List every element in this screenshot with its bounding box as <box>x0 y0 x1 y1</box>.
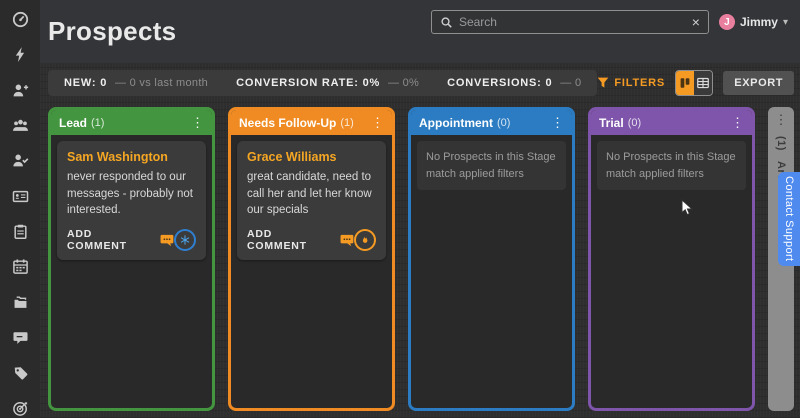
stat-conv-rate-value: 0% <box>363 77 381 89</box>
left-sidebar <box>0 0 40 418</box>
main-content: NEW: 0 — 0 vs last month CONVERSION RATE… <box>40 63 800 418</box>
prospect-name: Grace Williams <box>247 150 376 164</box>
page-title: Prospects <box>48 16 176 47</box>
stat-new-sub: — 0 vs last month <box>115 77 208 89</box>
stage-menu-icon[interactable]: ⋮ <box>551 116 564 129</box>
stat-conv-rate-label: CONVERSION RATE: <box>236 77 359 89</box>
people-group-icon[interactable] <box>10 116 30 135</box>
stage-body: Sam Washington never responded to our me… <box>51 135 212 408</box>
stat-conv-rate-sub: — 0% <box>388 77 419 89</box>
stage-header: Lead (1) ⋮ <box>51 110 212 135</box>
stage-column-trial: Trial (0) ⋮ No Prospects in this Stage m… <box>588 107 755 411</box>
card-footer: ADD COMMENT <box>247 228 376 252</box>
filters-button[interactable]: FILTERS <box>597 77 665 89</box>
calendar-icon[interactable] <box>10 257 30 276</box>
stat-conversion-rate: CONVERSION RATE: 0% — 0% <box>236 77 419 89</box>
kanban-board: Lead (1) ⋮ Sam Washington never responde… <box>40 103 800 411</box>
add-person-icon[interactable] <box>10 81 30 100</box>
stage-title: Appointment <box>419 116 493 130</box>
stat-new-label: NEW: <box>64 77 96 89</box>
card-footer: ADD COMMENT <box>67 228 196 252</box>
board-toolbar: FILTERS EXPORT ADD STAGE + <box>597 65 800 101</box>
stage-menu-icon[interactable]: ⋮ <box>731 116 744 129</box>
prospect-card[interactable]: Grace Williams great candidate, need to … <box>237 141 386 260</box>
stage-column-lead: Lead (1) ⋮ Sam Washington never responde… <box>48 107 215 411</box>
top-header: Prospects × J Jimmy ▾ <box>40 0 800 63</box>
person-check-icon[interactable] <box>10 151 30 170</box>
add-comment-label: ADD COMMENT <box>67 228 155 252</box>
stage-column-appointment: Appointment (0) ⋮ No Prospects in this S… <box>408 107 575 411</box>
stage-header: Trial (0) ⋮ <box>591 110 752 135</box>
tag-icon[interactable] <box>10 363 30 382</box>
kanban-view-button[interactable] <box>676 71 694 95</box>
user-name: Jimmy <box>740 15 778 29</box>
comment-bubble-icon <box>340 234 354 247</box>
contact-support-label: Contact Support <box>783 176 795 262</box>
stage-title: Needs Follow-Up <box>239 116 336 130</box>
stats-bar: NEW: 0 — 0 vs last month CONVERSION RATE… <box>48 70 597 96</box>
prospect-card[interactable]: Sam Washington never responded to our me… <box>57 141 206 260</box>
stat-new: NEW: 0 — 0 vs last month <box>64 77 208 89</box>
prospect-name: Sam Washington <box>67 150 196 164</box>
stage-header: Needs Follow-Up (1) ⋮ <box>231 110 392 135</box>
contact-support-tab[interactable]: Contact Support <box>778 172 800 266</box>
search-box[interactable]: × <box>431 10 709 34</box>
stat-new-value: 0 <box>100 77 107 89</box>
add-comment-button[interactable]: ADD COMMENT <box>247 228 354 252</box>
folders-icon[interactable] <box>10 293 30 312</box>
table-view-button[interactable] <box>694 71 712 95</box>
archived-count: (1) <box>775 136 787 151</box>
user-menu[interactable]: J Jimmy ▾ <box>719 14 788 30</box>
stage-body: No Prospects in this Stage match applied… <box>411 135 572 408</box>
id-card-icon[interactable] <box>10 187 30 206</box>
stage-menu-icon[interactable]: ⋮ <box>775 113 788 126</box>
stage-count: (0) <box>497 117 510 129</box>
stat-conversions-sub: — 0 <box>560 77 581 89</box>
export-button[interactable]: EXPORT <box>723 71 794 95</box>
comment-bubble-icon <box>160 234 174 247</box>
chat-icon[interactable] <box>10 328 30 347</box>
stage-title: Trial <box>599 116 624 130</box>
stage-count: (1) <box>340 117 353 129</box>
stage-column-needs-follow-up: Needs Follow-Up (1) ⋮ Grace Williams gre… <box>228 107 395 411</box>
lightning-icon[interactable] <box>10 45 30 64</box>
stage-body: No Prospects in this Stage match applied… <box>591 135 752 408</box>
stage-count: (1) <box>91 117 104 129</box>
dashboard-gauge-icon[interactable] <box>10 10 30 29</box>
stage-title: Lead <box>59 116 87 130</box>
warm-flame-icon[interactable] <box>354 229 376 251</box>
search-icon <box>440 16 453 29</box>
stage-menu-icon[interactable]: ⋮ <box>191 116 204 129</box>
filters-label: FILTERS <box>614 77 665 89</box>
view-toggle <box>675 70 713 96</box>
stats-toolbar-row: NEW: 0 — 0 vs last month CONVERSION RATE… <box>40 63 800 103</box>
avatar: J <box>719 14 735 30</box>
stage-body: Grace Williams great candidate, need to … <box>231 135 392 408</box>
empty-stage-message: No Prospects in this Stage match applied… <box>597 141 746 190</box>
stage-count: (0) <box>628 117 641 129</box>
add-comment-button[interactable]: ADD COMMENT <box>67 228 174 252</box>
stat-conversions: CONVERSIONS: 0 — 0 <box>447 77 581 89</box>
stage-header: Appointment (0) ⋮ <box>411 110 572 135</box>
search-clear-icon[interactable]: × <box>692 15 700 29</box>
stat-conversions-value: 0 <box>546 77 553 89</box>
prospect-note: never responded to our messages - probab… <box>67 169 196 219</box>
chevron-down-icon: ▾ <box>783 17 788 28</box>
stat-conversions-label: CONVERSIONS: <box>447 77 542 89</box>
stage-menu-icon[interactable]: ⋮ <box>371 116 384 129</box>
target-icon[interactable] <box>10 399 30 418</box>
prospect-note: great candidate, need to call her and le… <box>247 169 376 219</box>
cold-snowflake-icon[interactable] <box>174 229 196 251</box>
funnel-icon <box>597 77 609 89</box>
add-comment-label: ADD COMMENT <box>247 228 335 252</box>
empty-stage-message: No Prospects in this Stage match applied… <box>417 141 566 190</box>
search-input[interactable] <box>459 15 686 29</box>
clipboard-icon[interactable] <box>10 222 30 241</box>
